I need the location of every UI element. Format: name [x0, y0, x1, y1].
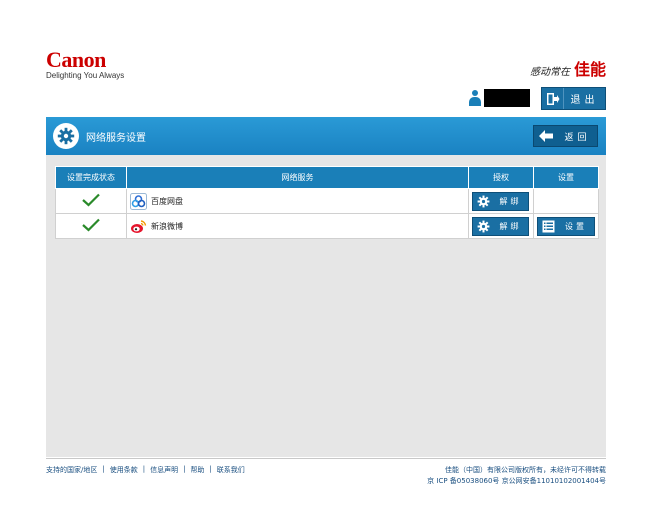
slogan-small: 感动常在 [529, 67, 570, 78]
slogan-brand: 佳能 [573, 60, 606, 79]
slogan: 感动常在 佳能 [530, 56, 606, 80]
icp-text: 京 ICP 备05038060号 京公网安备110101020014​04号 [427, 477, 606, 485]
title-bar: 网络服务设置 返回 [46, 117, 606, 155]
logout-button[interactable]: 退出 [541, 87, 606, 110]
logo-tagline: Delighting You Always [46, 71, 125, 80]
sina-weibo-icon [130, 218, 147, 235]
settings-label: 设置 [565, 221, 587, 231]
footer-link-contact[interactable]: 联系我们 [217, 465, 245, 475]
user-icon [469, 90, 481, 106]
column-header-status: 设置完成状态 [55, 166, 127, 189]
arrow-left-icon [534, 130, 558, 142]
footer-link-terms[interactable]: 使用条款 [110, 465, 138, 475]
page: Canon Delighting You Always 感动常在 佳能 退出 网… [0, 0, 652, 525]
check-icon [82, 218, 100, 232]
footer-link-help[interactable]: 帮助 [190, 465, 204, 475]
gear-icon [473, 220, 493, 233]
status-cell [55, 213, 127, 239]
separator: | [209, 465, 212, 473]
copyright-text: 佳能（中国）有限公司版权所有，未经许可不得转载 [445, 466, 606, 474]
service-name: 百度网盘 [151, 196, 183, 206]
footer-legal: 佳能（中国）有限公司版权所有，未经许可不得转载 京 ICP 备05038060号… [427, 465, 606, 487]
check-icon [82, 193, 100, 207]
baidu-netdisk-icon [130, 192, 147, 210]
footer-link-regions[interactable]: 支持的国家/地区 [46, 465, 97, 475]
status-cell [55, 188, 127, 214]
unbind-label: 解绑 [499, 196, 522, 206]
auth-cell: 解绑 [468, 213, 534, 239]
separator: | [142, 465, 146, 473]
column-header-service: 网络服务 [126, 166, 469, 189]
back-label: 返回 [564, 132, 591, 143]
service-cell: 新浪微博 [126, 213, 469, 239]
logo-text: Canon [46, 47, 106, 72]
column-header-auth: 授权 [468, 166, 534, 189]
main-panel: 网络服务设置 返回 设置完成状态 网络服务 授权 设置 百度网盘 解绑 新浪微博… [46, 117, 606, 457]
table-row: 新浪微博 解绑 设置 [55, 213, 599, 239]
separator: | [102, 465, 105, 473]
list-icon [538, 220, 558, 233]
user-name-redacted [484, 89, 530, 107]
gear-icon [473, 195, 493, 208]
back-button[interactable]: 返回 [533, 125, 598, 147]
auth-cell: 解绑 [468, 188, 534, 214]
logout-label: 退出 [570, 95, 599, 106]
page-title: 网络服务设置 [86, 133, 146, 144]
unbind-button[interactable]: 解绑 [472, 191, 529, 211]
table-row: 百度网盘 解绑 [55, 188, 599, 214]
unbind-label: 解绑 [499, 221, 522, 231]
column-header-settings: 设置 [533, 166, 599, 189]
logout-icon [542, 88, 564, 109]
canon-logo: Canon Delighting You Always [46, 47, 125, 81]
separator: | [183, 465, 186, 473]
settings-cell [533, 188, 599, 214]
unbind-button[interactable]: 解绑 [472, 216, 529, 236]
footer-links: 支持的国家/地区 | 使用条款 | 信息声明 | 帮助 | 联系我们 [46, 465, 245, 475]
footer-divider [46, 458, 606, 459]
settings-button[interactable]: 设置 [537, 216, 595, 236]
settings-cell: 设置 [533, 213, 599, 239]
table-header-row: 设置完成状态 网络服务 授权 设置 [55, 166, 599, 189]
footer-link-info[interactable]: 信息声明 [150, 465, 178, 475]
gear-icon [53, 123, 79, 149]
services-table: 设置完成状态 网络服务 授权 设置 百度网盘 解绑 新浪微博 解绑 设置 [55, 166, 599, 239]
service-name: 新浪微博 [151, 221, 183, 231]
service-cell: 百度网盘 [126, 188, 469, 214]
